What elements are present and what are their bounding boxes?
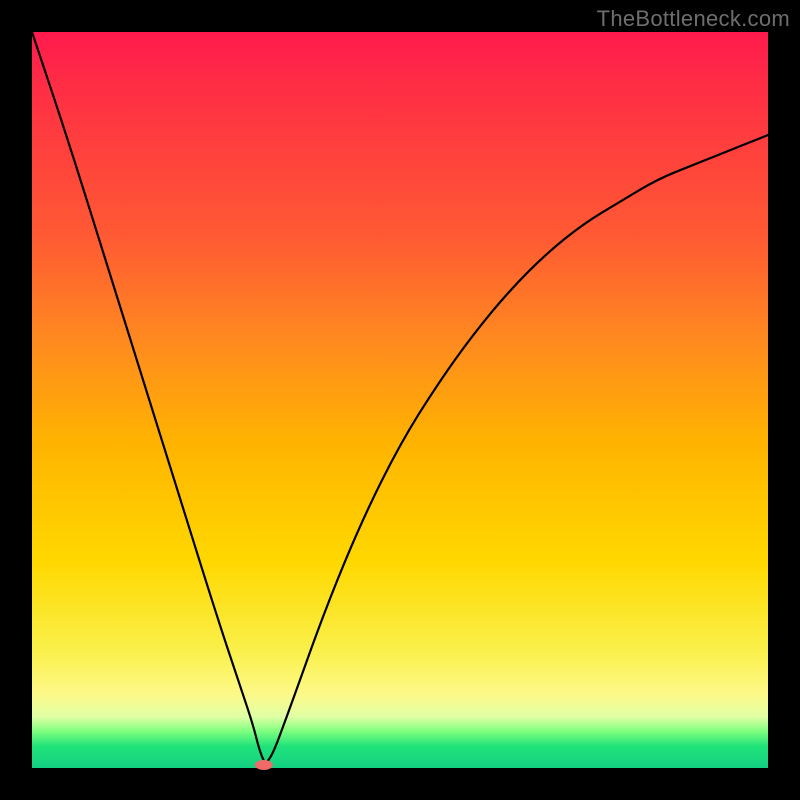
bottleneck-curve <box>32 32 768 762</box>
min-marker <box>255 760 273 770</box>
chart-frame: TheBottleneck.com <box>0 0 800 800</box>
watermark-text: TheBottleneck.com <box>597 6 790 32</box>
plot-area <box>32 32 768 768</box>
chart-svg <box>32 32 768 768</box>
